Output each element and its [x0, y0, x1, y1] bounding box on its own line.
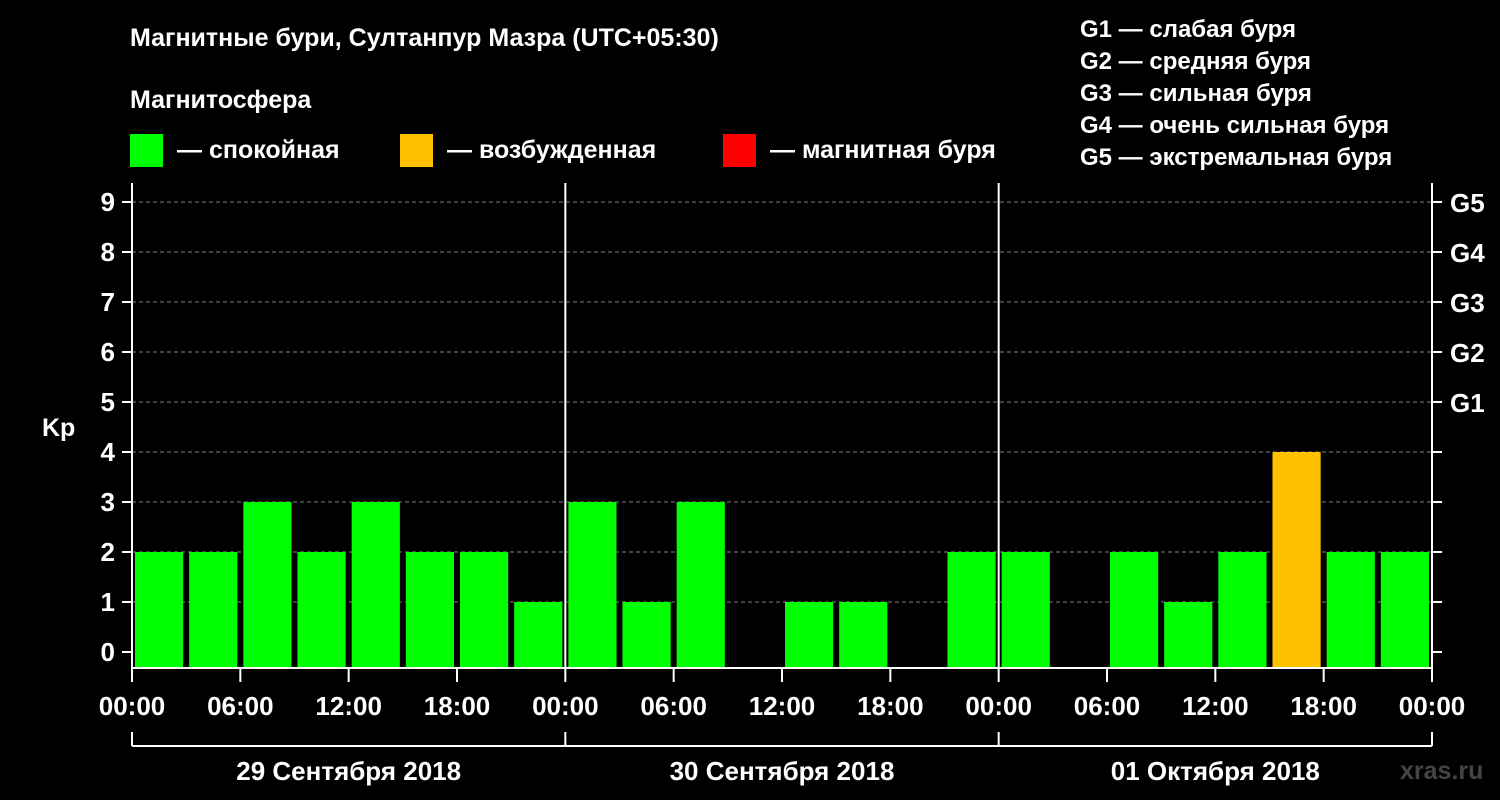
y-tick-label: 5: [101, 387, 115, 417]
bar: [1380, 552, 1429, 668]
bar: [947, 552, 996, 668]
day-label: 01 Октября 2018: [1111, 756, 1320, 786]
y-tick-label: 8: [101, 237, 115, 267]
y-tick-label: 6: [101, 337, 115, 367]
x-tick-label: 18:00: [424, 691, 491, 721]
bar: [1218, 552, 1267, 668]
y-tick-label: 9: [101, 187, 115, 217]
y-tick-label: 1: [101, 587, 115, 617]
bar: [1001, 552, 1050, 668]
bar: [568, 502, 617, 668]
bar: [460, 552, 509, 668]
bar: [839, 602, 888, 668]
x-tick-label: 00:00: [99, 691, 166, 721]
g-scale-label: G3: [1450, 288, 1485, 318]
y-tick-label: 3: [101, 487, 115, 517]
y-tick-label: 4: [101, 437, 116, 467]
x-tick-label: 00:00: [965, 691, 1032, 721]
g-scale-label: G4: [1450, 238, 1485, 268]
day-label: 29 Сентября 2018: [236, 756, 461, 786]
y-tick-label: 2: [101, 537, 115, 567]
bar: [1326, 552, 1375, 668]
bar: [785, 602, 834, 668]
bar: [189, 552, 238, 668]
bar: [1272, 452, 1321, 668]
bar: [622, 602, 671, 668]
bar: [243, 502, 292, 668]
bar: [1164, 602, 1213, 668]
bar: [514, 602, 563, 668]
watermark: xras.ru: [1400, 757, 1484, 785]
bar: [405, 552, 454, 668]
x-tick-label: 12:00: [315, 691, 382, 721]
x-tick-label: 00:00: [1399, 691, 1466, 721]
kp-chart: 0 1 2 3 4 5 6 7 8 9 G1 G2 G3 G4 G5 00:00 06:00 12:00 18:00…: [99, 183, 1485, 786]
x-tick-label: 06:00: [640, 691, 707, 721]
g-scale-label: G2: [1450, 338, 1485, 368]
bar: [135, 552, 184, 668]
y-tick-label: 0: [101, 637, 115, 667]
g-scale-label: G1: [1450, 388, 1485, 418]
x-tick-label: 12:00: [1182, 691, 1249, 721]
x-tick-label: 18:00: [857, 691, 924, 721]
bar: [351, 502, 400, 668]
x-tick-label: 00:00: [532, 691, 599, 721]
y-tick-label: 7: [101, 287, 115, 317]
x-tick-label: 06:00: [1074, 691, 1141, 721]
x-tick-label: 18:00: [1290, 691, 1357, 721]
bar: [1110, 552, 1159, 668]
bar: [676, 502, 725, 668]
x-tick-label: 12:00: [749, 691, 816, 721]
g-scale-label: G5: [1450, 188, 1485, 218]
day-label: 30 Сентября 2018: [670, 756, 895, 786]
bar: [297, 552, 346, 668]
x-tick-label: 06:00: [207, 691, 274, 721]
